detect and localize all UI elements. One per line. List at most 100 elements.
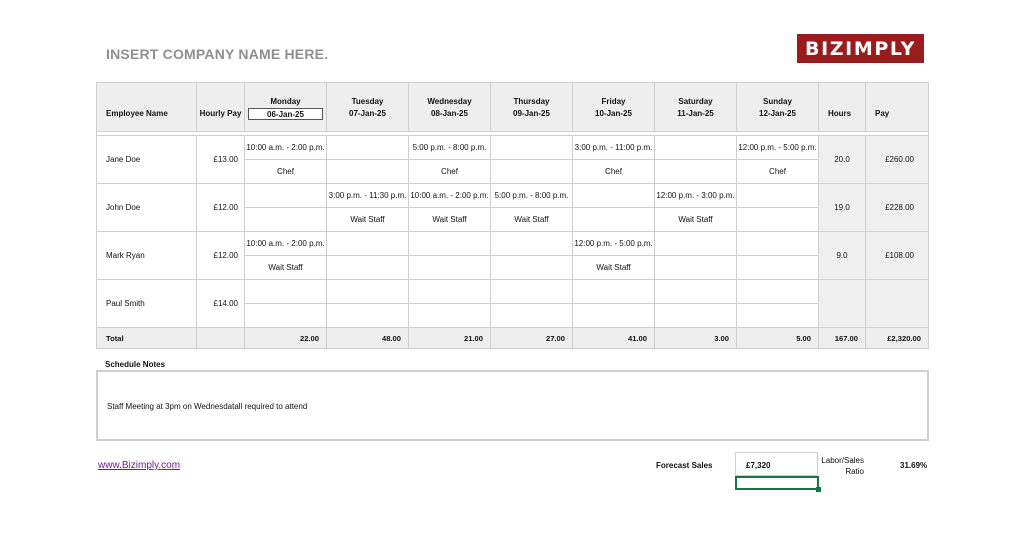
day-header-friday[interactable]: Friday 10-Jan-25 [572, 82, 655, 132]
schedule-notes-box[interactable]: Staff Meeting at 3pm on Wednesdatall req… [96, 370, 929, 441]
hourly-rate[interactable]: £13.00 [196, 135, 245, 184]
shift-time-friday[interactable]: 12:00 p.m. - 5:00 p.m. [572, 231, 655, 256]
total-hours[interactable]: 167.00 [818, 327, 866, 349]
shift-time-tuesday[interactable] [326, 279, 409, 304]
shift-role-tuesday[interactable] [326, 255, 409, 280]
shift-time-tuesday[interactable]: 3:00 p.m. - 11:30 p.m. [326, 183, 409, 208]
shift-time-sunday[interactable] [736, 279, 819, 304]
shift-time-tuesday[interactable] [326, 135, 409, 160]
day-date[interactable]: 06-Jan-25 [248, 108, 323, 120]
total-day-sunday[interactable]: 5.00 [736, 327, 819, 349]
total-label[interactable]: Total [96, 327, 197, 349]
total-day-thursday[interactable]: 27.00 [490, 327, 573, 349]
total-pay[interactable]: £2,320.00 [865, 327, 929, 349]
shift-role-tuesday[interactable] [326, 303, 409, 328]
shift-role-friday[interactable]: Chef [572, 159, 655, 184]
employee-hours[interactable] [818, 279, 866, 328]
day-header-sunday[interactable]: Sunday 12-Jan-25 [736, 82, 819, 132]
shift-role-sunday[interactable] [736, 303, 819, 328]
shift-role-saturday[interactable]: Wait Staff [654, 207, 737, 232]
employee-pay[interactable]: £108.00 [865, 231, 929, 280]
shift-role-wednesday[interactable] [408, 303, 491, 328]
shift-role-saturday[interactable] [654, 303, 737, 328]
day-header-monday[interactable]: Monday 06-Jan-25 [244, 82, 327, 132]
employee-name[interactable]: Mark Ryan [96, 231, 197, 280]
total-day-monday[interactable]: 22.00 [244, 327, 327, 349]
total-day-tuesday[interactable]: 48.00 [326, 327, 409, 349]
shift-time-wednesday[interactable]: 10:00 a.m. - 2:00 p.m. [408, 183, 491, 208]
hourly-rate[interactable]: £12.00 [196, 183, 245, 232]
employee-pay[interactable]: £260.00 [865, 135, 929, 184]
shift-time-monday[interactable]: 10:00 a.m. - 2:00 p.m. [244, 231, 327, 256]
day-header-wednesday[interactable]: Wednesday 08-Jan-25 [408, 82, 491, 132]
shift-time-wednesday[interactable] [408, 279, 491, 304]
day-header-tuesday[interactable]: Tuesday 07-Jan-25 [326, 82, 409, 132]
shift-time-thursday[interactable]: 5:00 p.m. - 8:00 p.m. [490, 183, 573, 208]
shift-time-saturday[interactable] [654, 231, 737, 256]
shift-role-friday[interactable]: Wait Staff [572, 255, 655, 280]
shift-time-sunday[interactable] [736, 183, 819, 208]
shift-role-monday[interactable] [244, 303, 327, 328]
shift-role-wednesday[interactable]: Wait Staff [408, 207, 491, 232]
employee-pay[interactable]: £228.00 [865, 183, 929, 232]
shift-role-monday[interactable]: Wait Staff [244, 255, 327, 280]
shift-time-friday[interactable] [572, 279, 655, 304]
pay-header[interactable]: Pay [865, 82, 929, 132]
shift-time-monday[interactable]: 10:00 a.m. - 2:00 p.m. [244, 135, 327, 160]
shift-time-wednesday[interactable] [408, 231, 491, 256]
shift-time-saturday[interactable] [654, 135, 737, 160]
hourly-rate[interactable]: £14.00 [196, 279, 245, 328]
total-day-wednesday[interactable]: 21.00 [408, 327, 491, 349]
employee-hours[interactable]: 20.0 [818, 135, 866, 184]
shift-role-monday[interactable] [244, 207, 327, 232]
shift-time-wednesday[interactable]: 5:00 p.m. - 8:00 p.m. [408, 135, 491, 160]
shift-role-monday[interactable]: Chef [244, 159, 327, 184]
hourly-rate[interactable]: £12.00 [196, 231, 245, 280]
shift-role-thursday[interactable]: Wait Staff [490, 207, 573, 232]
hours-header[interactable]: Hours [818, 82, 866, 132]
labor-sales-ratio-value[interactable]: 31.69% [900, 461, 927, 470]
shift-role-sunday[interactable] [736, 255, 819, 280]
shift-role-sunday[interactable]: Chef [736, 159, 819, 184]
website-link[interactable]: www.Bizimply.com [98, 460, 180, 471]
shift-time-saturday[interactable]: 12:00 p.m. - 3:00 p.m. [654, 183, 737, 208]
total-day-friday[interactable]: 41.00 [572, 327, 655, 349]
shift-time-thursday[interactable] [490, 231, 573, 256]
shift-role-friday[interactable] [572, 303, 655, 328]
shift-time-monday[interactable] [244, 183, 327, 208]
shift-time-monday[interactable] [244, 279, 327, 304]
employee-name[interactable]: Jane Doe [96, 135, 197, 184]
forecast-sales-value[interactable]: £7,320 [735, 452, 818, 476]
shift-time-sunday[interactable] [736, 231, 819, 256]
shift-time-tuesday[interactable] [326, 231, 409, 256]
shift-time-friday[interactable]: 3:00 p.m. - 11:00 p.m. [572, 135, 655, 160]
total-day-saturday[interactable]: 3.00 [654, 327, 737, 349]
shift-role-thursday[interactable] [490, 255, 573, 280]
day-header-saturday[interactable]: Saturday 11-Jan-25 [654, 82, 737, 132]
shift-role-thursday[interactable] [490, 159, 573, 184]
shift-role-tuesday[interactable]: Wait Staff [326, 207, 409, 232]
employee-pay[interactable] [865, 279, 929, 328]
shift-role-saturday[interactable] [654, 159, 737, 184]
shift-role-tuesday[interactable] [326, 159, 409, 184]
hourly-pay-header[interactable]: Hourly Pay [196, 82, 245, 132]
employee-name[interactable]: Paul Smith [96, 279, 197, 328]
shift-role-wednesday[interactable]: Chef [408, 159, 491, 184]
shift-time-sunday[interactable]: 12:00 p.m. - 5:00 p.m. [736, 135, 819, 160]
day-header-thursday[interactable]: Thursday 09-Jan-25 [490, 82, 573, 132]
shift-role-friday[interactable] [572, 207, 655, 232]
total-rate-cell[interactable] [196, 327, 245, 349]
shift-role-saturday[interactable] [654, 255, 737, 280]
selected-cell[interactable] [735, 476, 821, 492]
shift-time-thursday[interactable] [490, 279, 573, 304]
shift-time-saturday[interactable] [654, 279, 737, 304]
shift-time-friday[interactable] [572, 183, 655, 208]
shift-role-thursday[interactable] [490, 303, 573, 328]
shift-role-wednesday[interactable] [408, 255, 491, 280]
employee-name-header[interactable]: Employee Name [96, 82, 197, 132]
employee-hours[interactable]: 9.0 [818, 231, 866, 280]
shift-role-sunday[interactable] [736, 207, 819, 232]
shift-time-thursday[interactable] [490, 135, 573, 160]
employee-hours[interactable]: 19.0 [818, 183, 866, 232]
employee-name[interactable]: John Doe [96, 183, 197, 232]
